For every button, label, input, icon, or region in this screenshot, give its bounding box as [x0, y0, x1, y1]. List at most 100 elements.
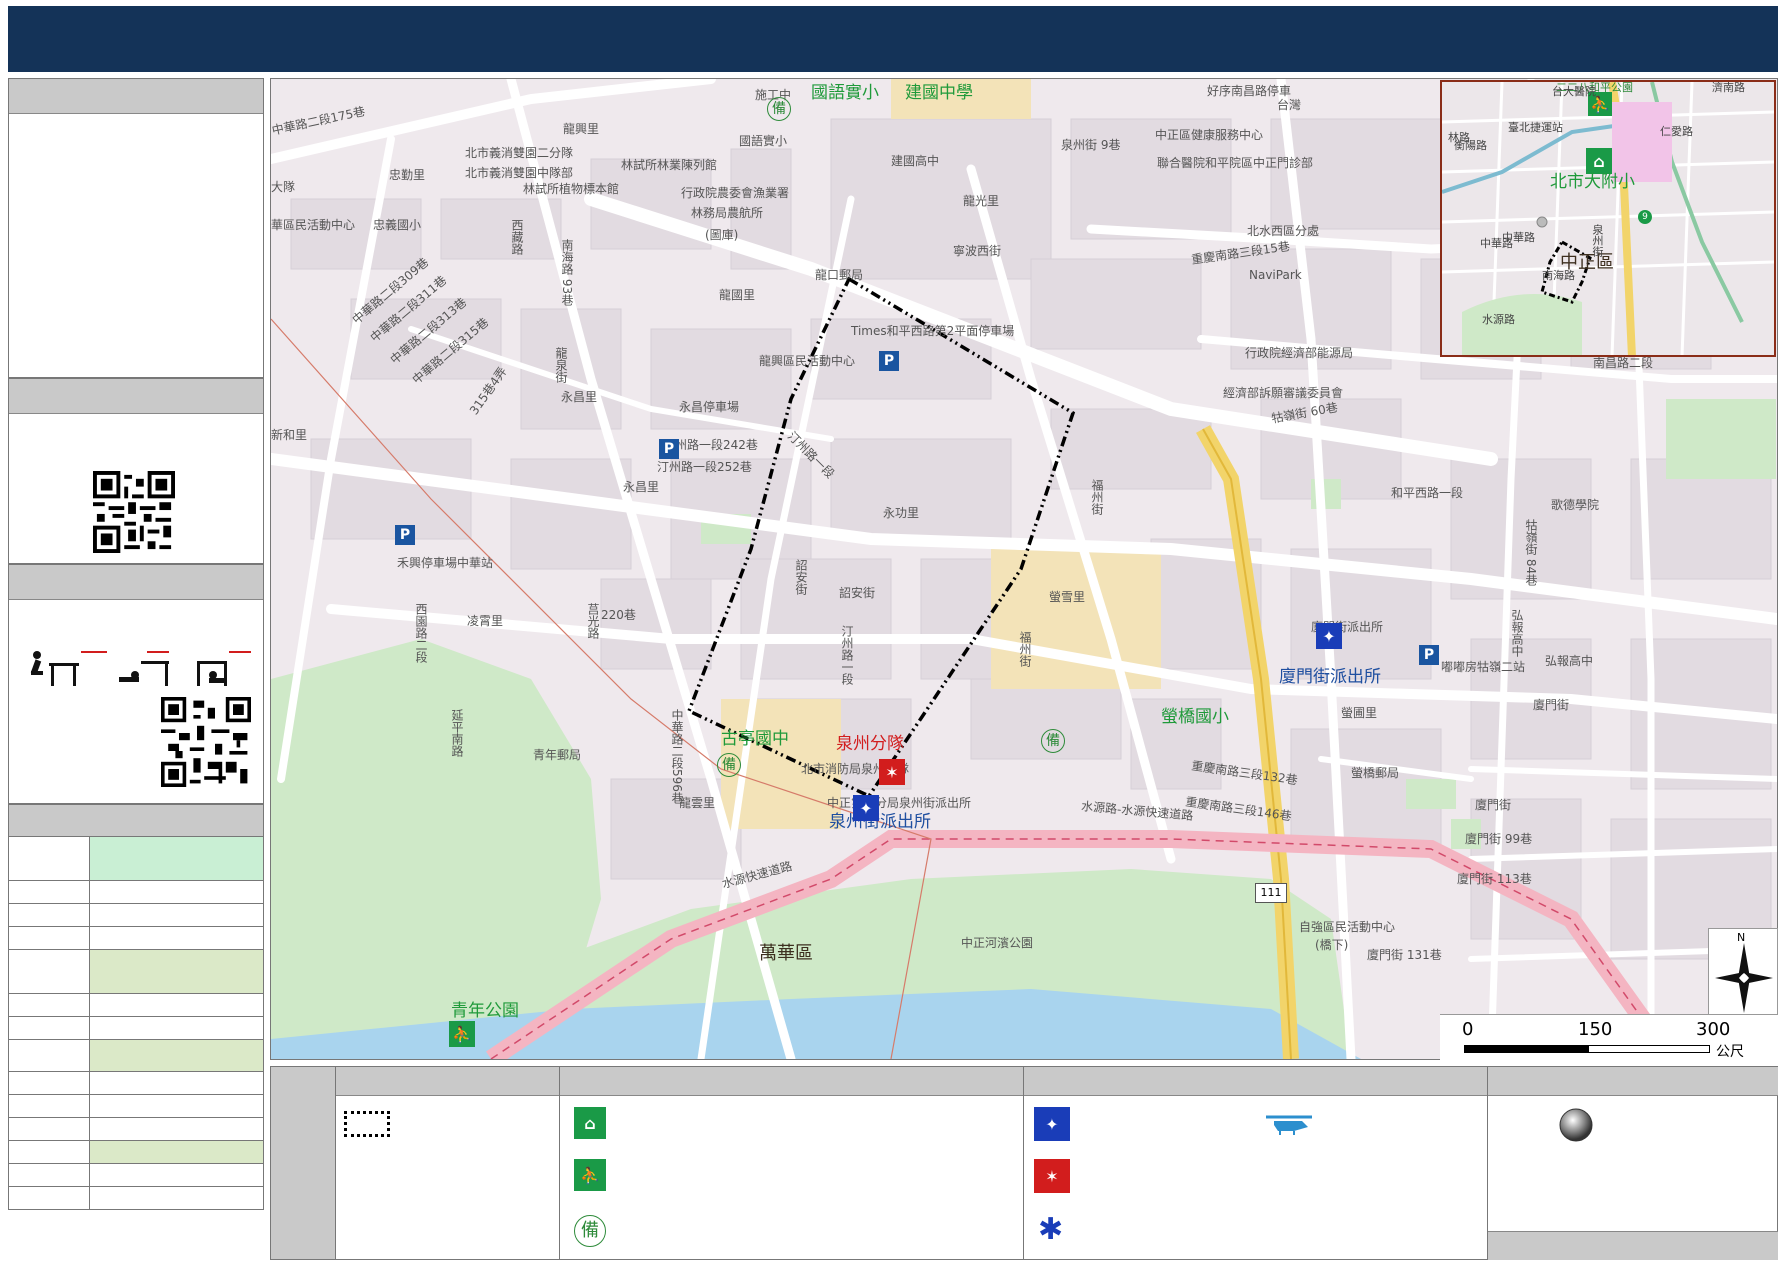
park-shelter-icon: ⛹: [574, 1159, 606, 1191]
place-label: 自強區民活動中心: [1299, 920, 1396, 934]
info-cell-label: [8, 949, 90, 994]
place-label: NaviPark: [1249, 268, 1302, 282]
place-label: 聯合醫院和平院區中正門診部: [1157, 156, 1314, 170]
parking-icon: P: [879, 351, 899, 371]
info-table-header: [9, 805, 263, 837]
place-label: 龍興里: [563, 122, 600, 136]
place-label: 螢雪里: [1049, 590, 1086, 604]
place-label: 台灣: [1277, 98, 1302, 112]
legend-panel: ⌂ ⛹ 備 ✦ ✶ ✱: [270, 1066, 1778, 1260]
scale-tick: 150: [1578, 1019, 1613, 1040]
school-shelter-icon: ⌂: [1586, 148, 1612, 174]
inset-label: 南海路: [1542, 269, 1575, 282]
facility-label: 螢橋國小: [1161, 707, 1229, 727]
place-label: 南海路 93巷: [560, 239, 574, 307]
place-label: 廈門街 113巷: [1457, 872, 1532, 886]
place-label: 歌德學院: [1551, 498, 1600, 512]
place-label: 中正區健康服務中心: [1155, 128, 1264, 142]
inset-label: 林路: [1448, 131, 1470, 144]
place-label: 螢圃里: [1341, 706, 1378, 720]
inset-label: 泉州街: [1591, 224, 1604, 257]
place-label: 龍興區民活動中心: [759, 354, 856, 368]
place-label: 福州街: [1018, 631, 1032, 667]
info-panel-top: [8, 78, 264, 378]
place-label: 林務局農航所: [691, 206, 764, 220]
place-label: 220巷: [601, 608, 636, 622]
place-label: 西園路二段: [414, 603, 428, 663]
facility-label: 古亭國中: [721, 729, 789, 749]
facility-label: 國語實小: [811, 83, 879, 103]
compass-icon: [1715, 943, 1773, 1013]
earthquake-panel-header: [9, 565, 263, 600]
place-label: 華區民活動中心: [271, 218, 356, 232]
place-label: 弘報高中: [1510, 609, 1524, 657]
place-label: 中正第一分局泉州街派出所: [827, 796, 972, 810]
place-label: 南昌路二段: [1593, 356, 1654, 370]
place-label: 經濟部訴願審議委員會: [1223, 386, 1344, 400]
school-shelter-icon: ⌂: [574, 1107, 606, 1139]
parking-icon: P: [395, 525, 415, 545]
north-arrow: N: [1708, 928, 1778, 1016]
assembly-point-icon: [1559, 1108, 1593, 1142]
place-label: 廈門街: [1533, 698, 1570, 712]
place-label: 泉州街 9巷: [1061, 138, 1121, 152]
place-label: 忠勤里: [389, 168, 426, 182]
info-cell-olive: [89, 1140, 264, 1164]
title-bar: [8, 6, 1778, 72]
place-label: 福州街: [1090, 479, 1104, 515]
fire-station-icon: ✶: [1034, 1159, 1070, 1193]
place-label: 行政院農委會漁業署: [681, 186, 790, 200]
place-label: 龍光里: [963, 194, 1000, 208]
legend-col-shelter: ⌂ ⛹ 備: [559, 1067, 1024, 1259]
inset-label: 臺北捷運站: [1508, 121, 1563, 134]
place-label: 嘟嘟房牯嶺二站: [1441, 660, 1526, 674]
helicopter-pad-icon: [1266, 1115, 1312, 1135]
reserve-shelter-icon: 備: [717, 753, 741, 777]
legend-title-cell: [271, 1067, 335, 1259]
place-label: 林試所林業陳列館: [621, 158, 718, 172]
inset-label: 台大醫院: [1552, 85, 1596, 98]
police-station-icon[interactable]: ✦: [1316, 623, 1342, 649]
facility-label: 廈門街派出所: [1279, 667, 1381, 687]
route-badge-9: 9: [1638, 210, 1652, 224]
place-label: 凌霄里: [467, 614, 504, 628]
facility-label: 青年公園: [451, 1001, 519, 1021]
place-label: 永昌停車場: [679, 400, 740, 414]
info-table-panel: [8, 804, 264, 837]
qr-panel: [8, 378, 264, 564]
place-label: 國語實小: [739, 134, 788, 148]
shelter-park-icon[interactable]: ⛹: [449, 1021, 475, 1047]
qr-code[interactable]: [93, 471, 175, 553]
reserve-shelter-icon: 備: [1041, 729, 1065, 753]
scale-bar: 0 150 300 公尺: [1440, 1014, 1778, 1061]
place-label: 林試所植物標本館: [523, 182, 620, 196]
inset-map[interactable]: ⛹ ⌂ 二二八和平公園 北市大附小 中正區 臺北捷運站 衡陽路 仁愛路 中華路 南海路 水源路泉…: [1440, 80, 1776, 357]
scale-tick: 0: [1462, 1019, 1474, 1040]
inset-label: 濟南路: [1712, 81, 1745, 94]
inset-label: 仁愛路: [1660, 125, 1693, 138]
parking-icon: P: [659, 439, 679, 459]
qr-code-earthquake[interactable]: [161, 697, 251, 787]
fire-station-icon[interactable]: ✶: [879, 759, 905, 785]
place-label: 莒光路: [586, 603, 600, 639]
police-station-icon: ✦: [1034, 1107, 1070, 1141]
reserve-shelter-icon: 備: [767, 97, 791, 121]
legend-col-route: [335, 1067, 560, 1259]
place-label: 弘報高中: [1545, 654, 1594, 668]
inset-label: 水源路: [1482, 313, 1515, 326]
place-label: 永功里: [883, 506, 920, 520]
place-label: 永昌里: [561, 390, 598, 404]
info-cell-label: [8, 836, 90, 881]
facility-label: 泉州街派出所: [829, 812, 931, 832]
place-label: 汀州路一段252巷: [657, 460, 752, 474]
place-label: 北水西區分處: [1247, 224, 1320, 238]
place-label: 中正河濱公園: [961, 936, 1034, 950]
parking-icon: P: [1419, 645, 1439, 665]
place-label: (圖庫): [705, 228, 739, 242]
police-station-icon[interactable]: ✦: [853, 795, 879, 821]
place-label: 廈門街: [1475, 798, 1512, 812]
place-label: 青年郵局: [533, 748, 582, 762]
facility-label: 泉州分隊: [836, 734, 904, 754]
info-cell-olive: [89, 949, 264, 994]
place-label: Times和平西路第2平面停車場: [851, 324, 1015, 338]
